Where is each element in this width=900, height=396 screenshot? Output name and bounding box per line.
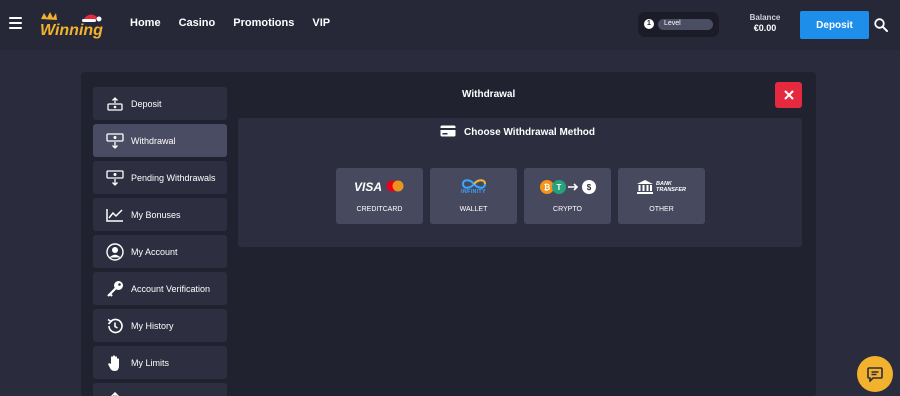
hand-icon [105,354,125,372]
sidebar-item-label: Deposit [131,98,162,109]
key-icon [105,280,125,298]
sidebar-item-label: My Account [131,246,178,257]
sidebar-item-label: My Bonuses [131,209,181,220]
sidebar-item-deposit[interactable]: Deposit [93,87,227,120]
crypto-logo: ₿ T $ [524,178,611,196]
method-card-creditcard[interactable]: VISA CREDITCARD [336,168,423,224]
nav-casino[interactable]: Casino [179,17,216,29]
transfer-text: TRANSFER [656,187,686,193]
visa-mastercard-logo: VISA [336,178,423,196]
method-title-text: Choose Withdrawal Method [464,127,596,138]
sidebar-item-label: Withdrawal [131,135,176,146]
withdrawal-modal: Deposit Withdrawal Pending Withdrawals M… [81,72,816,396]
nav-promotions[interactable]: Promotions [233,17,294,29]
sidebar-item-label: Pending Withdrawals [131,172,216,183]
close-button[interactable] [775,82,802,108]
nav-vip[interactable]: VIP [312,17,330,29]
top-header: Winning Home Casino Promotions VIP 1 Lev… [0,0,900,50]
search-icon[interactable] [874,18,888,32]
infinity-icon [461,179,486,189]
svg-text:$: $ [586,183,591,192]
svg-text:T: T [556,183,561,192]
level-widget[interactable]: 1 Level [638,12,719,37]
mastercard-logo [386,180,404,192]
modal-title: Withdrawal [462,89,516,100]
balance-amount: €0.00 [753,23,777,33]
chart-icon [105,206,125,224]
method-title: Choose Withdrawal Method [440,125,595,140]
sidebar-item-pending-withdrawals[interactable]: Pending Withdrawals [93,161,227,194]
sidebar-item-more[interactable] [93,383,227,396]
method-card-crypto[interactable]: ₿ T $ CRYPTO [524,168,611,224]
deposit-icon [105,95,125,113]
bank-icon [637,180,654,194]
sidebar-item-label: My Limits [131,357,169,368]
sidebar-item-my-bonuses[interactable]: My Bonuses [93,198,227,231]
withdrawal-icon [105,132,125,150]
chat-icon [867,366,883,382]
main-nav: Home Casino Promotions VIP [130,17,330,29]
sidebar-item-withdrawal[interactable]: Withdrawal [93,124,227,157]
balance-label: Balance [749,13,781,22]
svg-text:₿: ₿ [543,183,550,192]
method-label: CREDITCARD [356,206,403,213]
visa-logo: VISA [353,180,382,194]
sidebar-item-label: My History [131,320,174,331]
method-card-other[interactable]: BANK TRANSFER OTHER [618,168,705,224]
bank-transfer-text: BANK TRANSFER [656,181,686,193]
svg-text:Winning: Winning [40,22,103,39]
chat-button[interactable] [857,356,893,392]
sidebar-item-account-verification[interactable]: Account Verification [93,272,227,305]
deposit-button[interactable]: Deposit [800,11,869,39]
sidebar-item-my-limits[interactable]: My Limits [93,346,227,379]
partial-item-icon [105,389,125,396]
method-label: CRYPTO [553,206,582,213]
close-icon [783,90,794,100]
sidebar-item-my-history[interactable]: My History [93,309,227,342]
method-card-wallet[interactable]: INFINITY WALLET [430,168,517,224]
bank-transfer-logo: BANK TRANSFER [618,178,705,196]
winning-logo[interactable]: Winning [35,10,105,40]
pending-withdrawals-icon [105,169,125,187]
level-progress-bar: Level [658,19,713,30]
method-label: OTHER [649,206,674,213]
history-icon [105,317,125,335]
infinity-wallet-logo: INFINITY [430,178,517,196]
menu-icon[interactable] [9,17,22,29]
withdrawal-method-panel: Choose Withdrawal Method VISA CREDITCARD… [238,118,802,247]
user-icon [105,242,125,261]
sidebar-item-my-account[interactable]: My Account [93,235,227,268]
level-number: 1 [644,19,654,29]
level-label: Level [664,20,681,27]
crypto-conversion-icon: ₿ T $ [539,180,596,194]
sidebar-item-label: Account Verification [131,283,211,294]
balance-display[interactable]: Balance €0.00 [735,13,795,33]
method-label: WALLET [459,206,488,213]
infinity-label: INFINITY [461,189,486,195]
credit-card-icon [440,125,456,140]
nav-home[interactable]: Home [130,17,161,29]
